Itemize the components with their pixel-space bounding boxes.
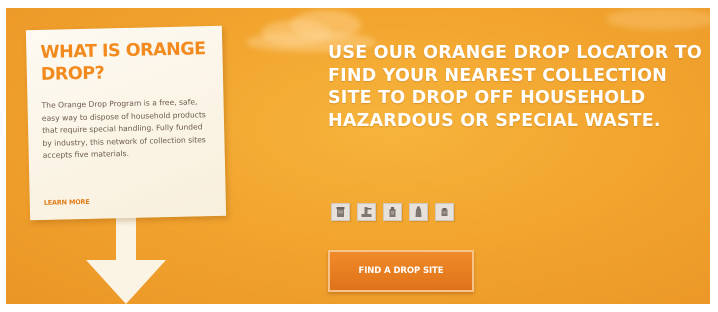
- learn-more-link[interactable]: LEARN MORE: [44, 198, 90, 207]
- info-card-title: WHAT IS ORANGE DROP?: [40, 39, 206, 85]
- lubricating-oil-icon: [409, 203, 428, 221]
- fertilizer-bag-icon: [435, 203, 454, 221]
- info-card: WHAT IS ORANGE DROP? The Orange Drop Pro…: [25, 25, 227, 221]
- material-icons-row: [331, 203, 454, 221]
- page-frame: WHAT IS ORANGE DROP? The Orange Drop Pro…: [0, 0, 718, 312]
- hero-banner: WHAT IS ORANGE DROP? The Orange Drop Pro…: [6, 8, 710, 304]
- down-arrow-icon: [86, 260, 166, 304]
- pesticide-sprayer-icon: [357, 203, 376, 221]
- solvent-container-icon: [383, 203, 402, 221]
- hero-headline: USE OUR ORANGE DROP LOCATOR TO FIND YOUR…: [328, 43, 702, 131]
- down-arrow-stem: [116, 217, 136, 264]
- info-card-body: The Orange Drop Program is a free, safe,…: [41, 97, 206, 160]
- cloud-decoration: [606, 8, 710, 30]
- paint-can-icon: [331, 203, 350, 221]
- find-drop-site-button[interactable]: FIND A DROP SITE: [328, 250, 474, 292]
